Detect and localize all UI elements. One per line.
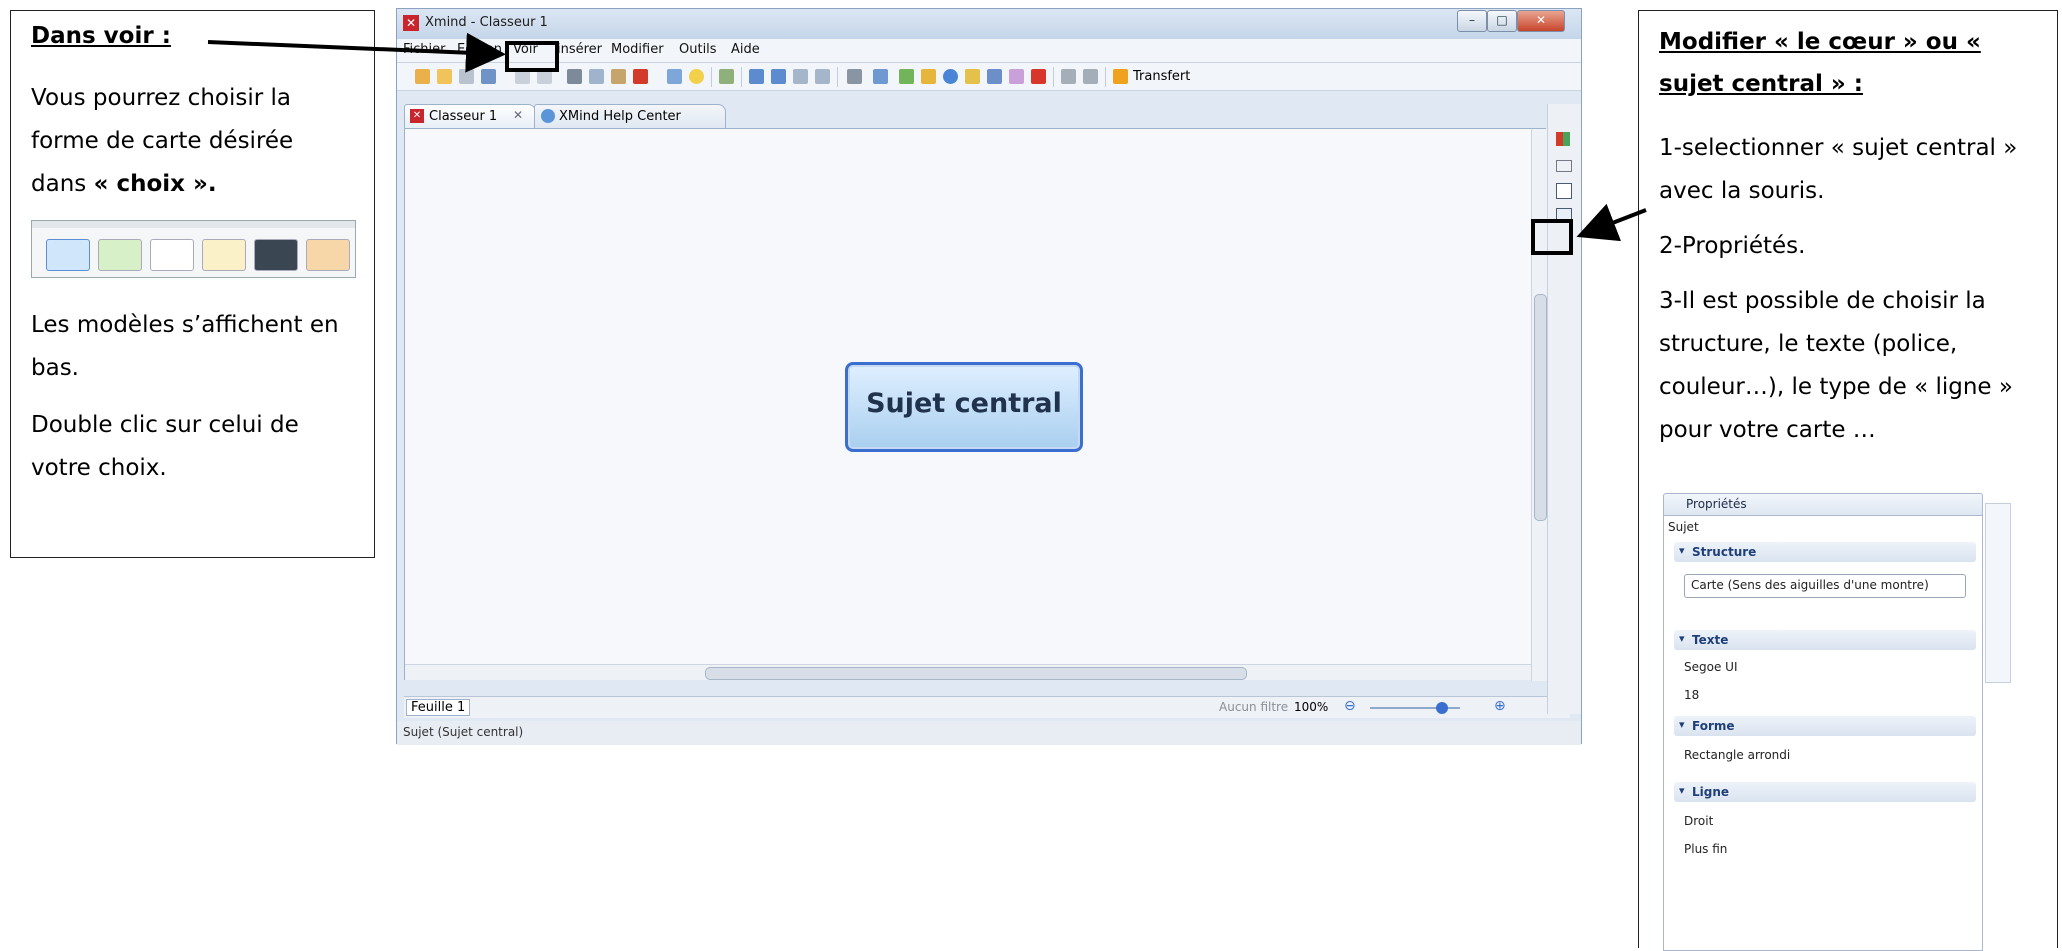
note-icon[interactable] (921, 69, 936, 84)
idea-icon[interactable] (689, 69, 704, 84)
step-1: 1-selectionner « sujet central » avec la… (1659, 135, 2018, 204)
image-icon[interactable] (719, 69, 734, 84)
panel-subject: Sujet (1668, 520, 1699, 534)
left-note-paragraph-2: Les modèles s’affichent en bas. (31, 312, 339, 381)
menu-fichier[interactable]: Fichier (403, 42, 446, 57)
attachment-icon[interactable] (847, 69, 862, 84)
cut-icon[interactable] (567, 69, 582, 84)
label-icon[interactable] (987, 69, 1002, 84)
zoom-slider-knob[interactable] (1436, 702, 1448, 714)
xmind-app-icon: ✕ (403, 15, 419, 31)
menu-aide[interactable]: Aide (731, 42, 760, 57)
new-workbook-icon[interactable] (415, 69, 430, 84)
copy-icon[interactable] (589, 69, 604, 84)
transfer-button[interactable]: Transfert (1133, 69, 1190, 84)
save-icon[interactable] (459, 69, 474, 84)
transfer-icon[interactable] (1113, 69, 1128, 84)
markers-view-icon[interactable] (1556, 132, 1570, 146)
right-view-strip (1547, 104, 1581, 714)
drill-down-icon[interactable] (1061, 69, 1076, 84)
editor-tab-row: ✕ Classeur 1 ✕ XMind Help Center (397, 104, 1545, 129)
step-2: 2-Propriétés. (1659, 233, 1806, 259)
left-note-title: Dans voir : (31, 23, 171, 49)
restore-view-icon[interactable] (1556, 160, 1572, 172)
left-instruction-box: Dans voir : Vous pourrez choisir la form… (10, 10, 375, 558)
print-icon[interactable] (481, 69, 496, 84)
relationship-icon[interactable] (1009, 69, 1024, 84)
menu-modifier[interactable]: Modifier (611, 42, 664, 57)
paste-icon[interactable] (611, 69, 626, 84)
boundary-icon[interactable] (899, 69, 914, 84)
filter-status[interactable]: Aucun filtre (1219, 700, 1288, 714)
tab-help-center[interactable]: XMind Help Center (534, 104, 726, 129)
arrow-to-properties-icon (1576, 203, 1647, 242)
topic-icon[interactable] (667, 69, 682, 84)
left-note-paragraph-1: Vous pourrez choisir la forme de carte d… (31, 85, 294, 197)
insert-parent-icon[interactable] (815, 69, 830, 84)
font-name-field[interactable]: Segoe UI (1684, 660, 1737, 674)
horizontal-scrollbar[interactable] (405, 664, 1531, 680)
horizontal-scroll-thumb[interactable] (705, 667, 1247, 680)
drill-up-icon[interactable] (1083, 69, 1098, 84)
structure-section: Structure (1674, 542, 1976, 562)
zoom-in-icon[interactable]: ⊕ (1494, 698, 1506, 714)
menu-edition[interactable]: Edition (457, 42, 502, 57)
properties-highlight-frame (1531, 219, 1573, 255)
delete-icon[interactable] (633, 69, 648, 84)
properties-panel-body: Sujet Structure Carte (Sens des aiguille… (1663, 515, 1983, 951)
insert-image-icon[interactable] (873, 69, 888, 84)
zoom-out-icon[interactable]: ⊖ (1344, 698, 1356, 714)
status-bar: Sujet (Sujet central) (397, 721, 1581, 745)
vertical-scrollbar[interactable] (1531, 129, 1547, 681)
right-note-title: Modifier « le cœur » ou « sujet central … (1659, 29, 1981, 97)
window-title: Xmind - Classeur 1 (425, 15, 548, 30)
ligne-section: Ligne (1674, 782, 1976, 802)
insert-subtopic-icon[interactable] (771, 69, 786, 84)
central-topic[interactable]: Sujet central (845, 362, 1083, 452)
close-tab-icon[interactable]: ✕ (513, 108, 523, 122)
hyperlink-icon[interactable] (943, 69, 958, 84)
sheet-tab[interactable]: Feuille 1 (406, 699, 471, 716)
left-note-paragraph-3: Double clic sur celui de votre choix. (31, 412, 299, 481)
step-3: 3-Il est possible de choisir la structur… (1659, 288, 2013, 443)
globe-icon (541, 109, 555, 123)
maximize-button[interactable]: □ (1487, 10, 1517, 32)
close-button[interactable]: ✕ (1517, 10, 1565, 32)
zoom-level[interactable]: 100% (1294, 700, 1328, 714)
ligne-shape-select[interactable]: Droit (1684, 814, 1713, 828)
forme-section: Forme (1674, 716, 1976, 736)
open-icon[interactable] (437, 69, 452, 84)
minimize-button[interactable]: – (1457, 10, 1487, 32)
marker-icon[interactable] (1031, 69, 1046, 84)
voir-highlight-frame (505, 41, 559, 72)
status-text: Sujet (Sujet central) (403, 725, 524, 739)
properties-side-strip (1985, 503, 2011, 683)
insert-before-icon[interactable] (793, 69, 808, 84)
properties-panel-header: Propriétés (1663, 493, 1983, 516)
menu-outils[interactable]: Outils (679, 42, 717, 57)
right-instruction-box: Modifier « le cœur » ou « sujet central … (1638, 10, 2058, 951)
menu-inserer[interactable]: insérer (557, 42, 602, 57)
font-size-field[interactable]: 18 (1684, 688, 1699, 702)
properties-panel-thumbnail: Propriétés Sujet Structure Carte (Sens d… (1663, 493, 2011, 951)
vertical-scroll-thumb[interactable] (1534, 294, 1547, 521)
template-choices-thumbnail (31, 220, 356, 278)
properties-view-icon[interactable] (1556, 183, 1572, 199)
structure-select[interactable]: Carte (Sens des aiguilles d'une montre) (1684, 574, 1966, 598)
ligne-weight-select[interactable]: Plus fin (1684, 842, 1727, 856)
summary-icon[interactable] (965, 69, 980, 84)
forme-select[interactable]: Rectangle arrondi (1684, 748, 1790, 762)
texte-section: Texte (1674, 630, 1976, 650)
sheet-bar: Feuille 1 Aucun filtre 100% ⊖ ⊕ (404, 696, 1570, 718)
choix-highlight: « choix ». (93, 171, 217, 197)
toolbar: Transfert (397, 63, 1581, 91)
map-canvas[interactable]: Sujet central (404, 128, 1547, 681)
xmind-window: ✕ Xmind - Classeur 1 – □ ✕ Fichier Editi… (396, 8, 1582, 745)
window-titlebar: ✕ Xmind - Classeur 1 – □ ✕ (397, 9, 1581, 39)
xmind-tab-icon: ✕ (410, 109, 424, 123)
tab-classeur-1[interactable]: ✕ Classeur 1 ✕ (404, 104, 536, 129)
menu-bar: Fichier Edition Voir insérer Modifier Ou… (397, 39, 1581, 63)
insert-topic-icon[interactable] (749, 69, 764, 84)
